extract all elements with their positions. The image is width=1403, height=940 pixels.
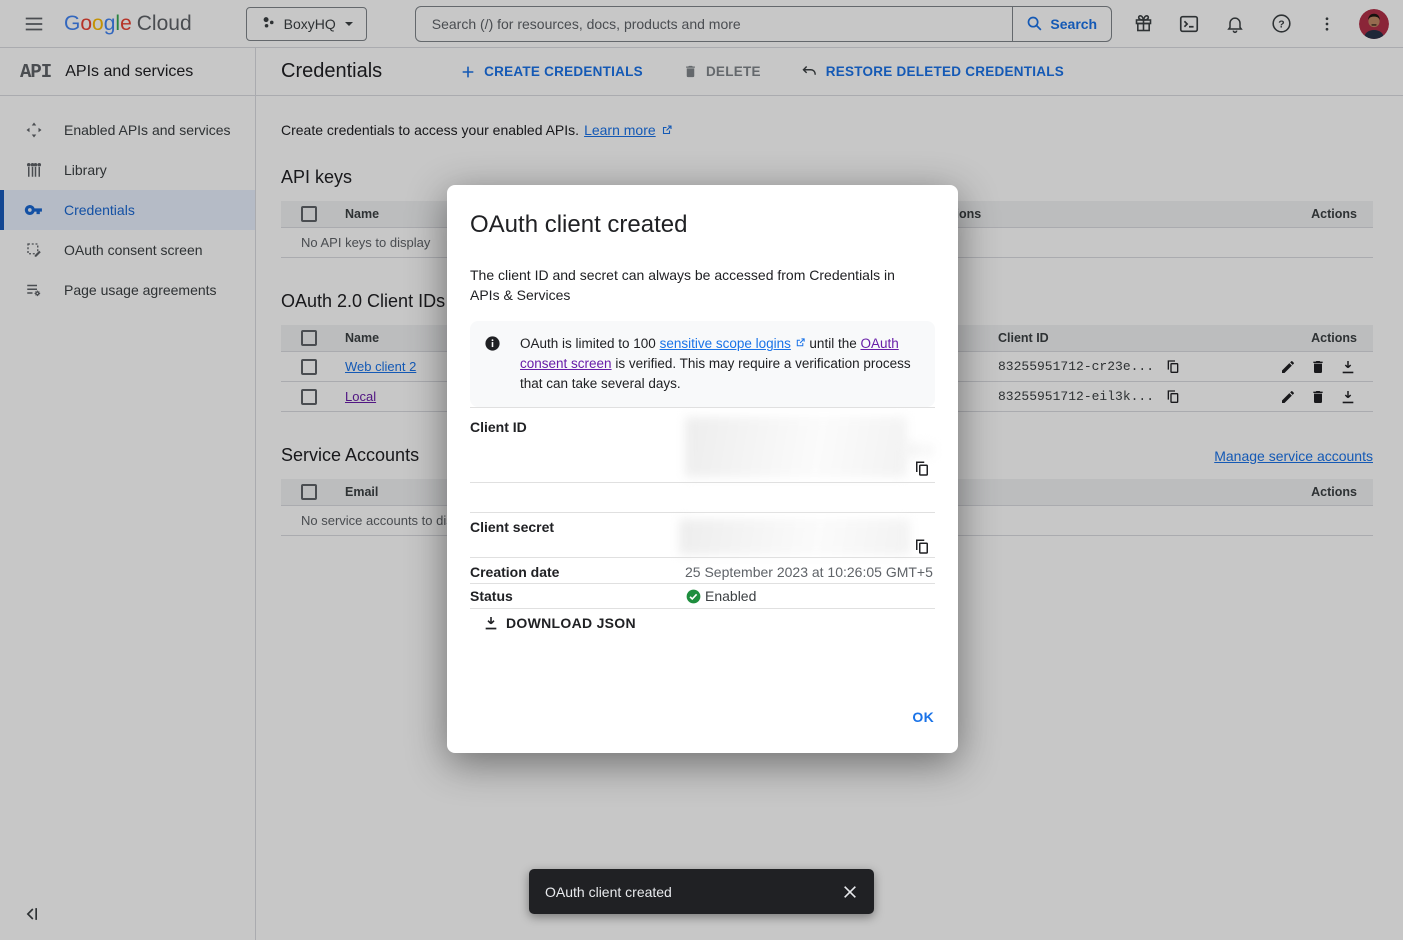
client-id-redacted-value (685, 417, 907, 477)
download-json-button[interactable]: DOWNLOAD JSON (483, 615, 636, 631)
external-link-icon (795, 337, 806, 348)
divider (470, 583, 935, 584)
status-label: Status (470, 588, 513, 604)
notice-text: OAuth is limited to 100 (520, 336, 660, 351)
info-icon (484, 335, 501, 394)
creation-date-value: 25 September 2023 at 10:26:05 GMT+5 (685, 564, 933, 580)
client-id-label: Client ID (470, 419, 527, 435)
divider (470, 557, 935, 558)
toast-message: OAuth client created (545, 884, 840, 900)
copy-client-id-icon[interactable] (913, 460, 931, 478)
close-icon[interactable] (840, 882, 860, 902)
dialog-subtitle: The client ID and secret can always be a… (470, 265, 910, 305)
toast-snackbar: OAuth client created (529, 869, 874, 914)
sensitive-scope-logins-link[interactable]: sensitive scope logins (660, 336, 791, 351)
divider (470, 482, 935, 483)
dialog-title: OAuth client created (470, 211, 687, 239)
check-circle-icon (686, 589, 701, 604)
ok-button[interactable]: OK (912, 709, 934, 725)
creation-date-label: Creation date (470, 564, 559, 580)
copy-client-secret-icon[interactable] (913, 538, 931, 556)
client-id-redacted-value (907, 443, 933, 457)
divider (470, 512, 935, 513)
divider (470, 407, 935, 408)
oauth-client-created-dialog: OAuth client created The client ID and s… (447, 185, 958, 753)
divider (470, 608, 935, 609)
status-value: Enabled (686, 588, 756, 604)
dialog-notice: OAuth is limited to 100 sensitive scope … (470, 321, 935, 407)
download-icon (483, 615, 499, 631)
client-secret-redacted-value (679, 519, 910, 555)
client-secret-label: Client secret (470, 519, 554, 535)
notice-text: until the (806, 336, 861, 351)
